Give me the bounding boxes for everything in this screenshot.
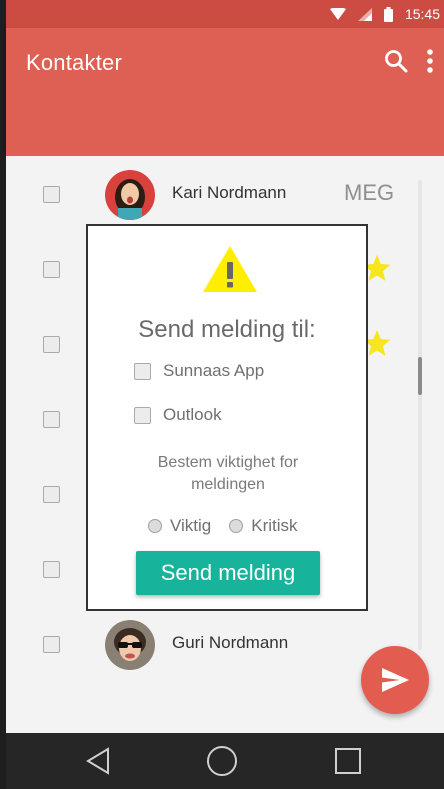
back-icon — [86, 747, 109, 775]
importance-radio-group: Viktig Kritisk — [148, 516, 316, 536]
avatar — [105, 170, 155, 220]
home-icon — [207, 746, 237, 776]
back-button[interactable] — [78, 741, 118, 781]
more-vert-icon[interactable] — [426, 48, 434, 74]
option-checkbox[interactable] — [134, 362, 151, 380]
me-badge: MEG — [344, 180, 395, 205]
navigation-bar — [6, 733, 444, 789]
home-button[interactable] — [202, 741, 242, 781]
send-fab-button[interactable] — [361, 646, 429, 714]
dialog-title: Send melding til: — [138, 316, 316, 343]
status-bar: 15:45 — [6, 0, 444, 28]
option-label: Outlook — [163, 405, 222, 424]
contact-row-kari[interactable]: Kari Nordmann MEG — [6, 156, 426, 231]
contact-name: Guri Nordmann — [172, 633, 289, 652]
option-checkbox[interactable] — [134, 406, 151, 424]
status-time: 15:45 — [404, 6, 440, 22]
option-sunnaas-app[interactable]: Sunnaas App — [134, 360, 264, 382]
option-outlook[interactable]: Outlook — [134, 404, 222, 426]
send-message-dialog: Send melding til: Sunnaas App Outlook Be… — [86, 224, 368, 611]
contact-checkbox[interactable] — [43, 411, 60, 428]
search-icon[interactable] — [384, 49, 408, 73]
contact-checkbox[interactable] — [43, 336, 60, 353]
scrollbar-track — [418, 180, 422, 650]
option-label: Sunnaas App — [163, 361, 265, 380]
contact-checkbox[interactable] — [43, 636, 60, 653]
contact-checkbox[interactable] — [43, 561, 60, 578]
wifi-icon — [329, 7, 346, 20]
send-icon — [382, 668, 409, 692]
radio-label: Viktig — [170, 516, 212, 535]
contact-name: Kari Nordmann — [172, 183, 287, 202]
radio-viktig[interactable] — [148, 519, 162, 533]
contact-checkbox[interactable] — [43, 486, 60, 503]
radio-kritisk[interactable] — [229, 519, 244, 533]
warning-icon — [203, 246, 257, 292]
radio-label: Kritisk — [251, 516, 298, 535]
recents-button[interactable] — [328, 741, 368, 781]
recents-icon — [335, 748, 361, 774]
scrollbar-thumb[interactable] — [418, 357, 422, 395]
battery-icon — [383, 6, 393, 22]
importance-label: Bestem viktighet for meldingen — [157, 454, 299, 493]
app-bar: Kontakter — [6, 28, 444, 156]
contact-checkbox[interactable] — [43, 186, 60, 203]
contact-checkbox[interactable] — [43, 261, 60, 278]
avatar — [105, 620, 155, 670]
app-title: Kontakter — [26, 50, 122, 75]
send-message-button[interactable]: Send melding — [136, 551, 320, 595]
signal-icon — [357, 7, 372, 21]
